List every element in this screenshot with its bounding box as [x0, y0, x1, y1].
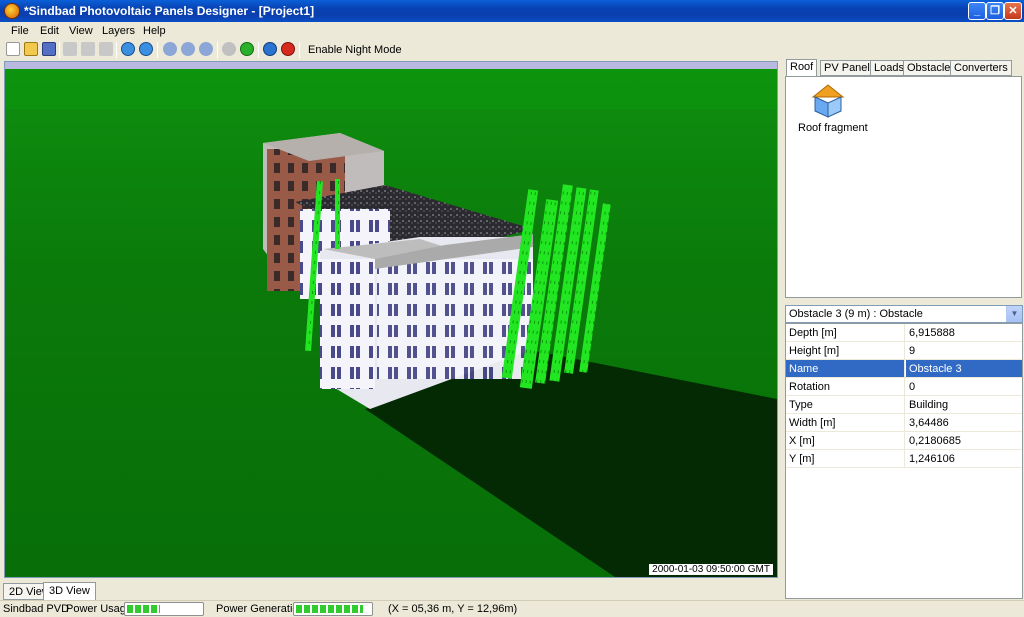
- right-panel-tabs: Roof PV Panels Loads Obstacles Converter…: [784, 59, 1024, 77]
- tab-roof[interactable]: Roof: [786, 59, 818, 77]
- toolbar-separator: [217, 42, 218, 58]
- power-usage-fill: [127, 605, 160, 613]
- property-name: Y [m]: [786, 450, 905, 467]
- chevron-down-icon[interactable]: ▼: [1006, 306, 1022, 322]
- rotate-right-icon[interactable]: [199, 42, 213, 56]
- rotate-left-icon[interactable]: [163, 42, 177, 56]
- property-value[interactable]: 9: [906, 342, 1022, 359]
- property-grid: Depth [m] 6,915888 Height [m] 9 Name Obs…: [785, 323, 1023, 599]
- tab-3d-view[interactable]: 3D View: [43, 582, 96, 601]
- toolbar-separator: [59, 42, 60, 58]
- property-row[interactable]: X [m] 0,2180685: [786, 432, 1022, 450]
- viewport-header-strip: [5, 62, 777, 69]
- property-row[interactable]: Name Obstacle 3: [786, 360, 1022, 378]
- toolbar-separator: [116, 42, 117, 58]
- property-name: Type: [786, 396, 905, 413]
- close-button[interactable]: ✕: [1004, 2, 1022, 20]
- property-row[interactable]: Height [m] 9: [786, 342, 1022, 360]
- maximize-button[interactable]: ❐: [986, 2, 1004, 20]
- tab-converters[interactable]: Converters: [950, 60, 1012, 76]
- zoom-out-icon[interactable]: [139, 42, 153, 56]
- cut-icon[interactable]: [81, 42, 95, 56]
- window-title: *Sindbad Photovoltaic Panels Designer - …: [24, 4, 315, 18]
- paste-icon[interactable]: [99, 42, 113, 56]
- property-value[interactable]: 3,64486: [906, 414, 1022, 431]
- toolbar: Enable Night Mode: [0, 40, 1024, 60]
- property-value[interactable]: Obstacle 3: [906, 360, 1022, 377]
- property-row[interactable]: Type Building: [786, 396, 1022, 414]
- open-folder-icon[interactable]: [24, 42, 38, 56]
- stop-disabled-icon[interactable]: [222, 42, 236, 56]
- menu-help[interactable]: Help: [143, 25, 166, 37]
- menu-bar: File Edit View Layers Help: [0, 22, 1024, 40]
- property-value[interactable]: Building: [906, 396, 1022, 413]
- power-usage-bar: [124, 602, 204, 616]
- app-logo-icon: [4, 3, 20, 19]
- copy-icon[interactable]: [63, 42, 77, 56]
- rotate-up-icon[interactable]: [181, 42, 195, 56]
- minimize-button[interactable]: _: [968, 2, 986, 20]
- zoom-in-icon[interactable]: [121, 42, 135, 56]
- object-selector-value: Obstacle 3 (9 m) : Obstacle: [789, 308, 923, 320]
- property-row[interactable]: Width [m] 3,64486: [786, 414, 1022, 432]
- viewport-timestamp: 2000-01-03 09:50:00 GMT: [649, 564, 773, 575]
- house-icon: [811, 84, 845, 118]
- play-icon[interactable]: [240, 42, 254, 56]
- toolbar-separator: [258, 42, 259, 58]
- property-value[interactable]: 0,2180685: [906, 432, 1022, 449]
- cursor-coordinates: (X = 05,36 m, Y = 12,96m): [388, 603, 518, 615]
- toolbar-separator: [157, 42, 158, 58]
- property-row[interactable]: Y [m] 1,246106: [786, 450, 1022, 468]
- new-file-icon[interactable]: [6, 42, 20, 56]
- property-name: Height [m]: [786, 342, 905, 359]
- status-bar: Sindbad PVD Power Usage: Power Generatio…: [0, 600, 1024, 617]
- property-value[interactable]: 1,246106: [906, 450, 1022, 467]
- property-name: Rotation: [786, 378, 905, 395]
- property-value[interactable]: 6,915888: [906, 324, 1022, 341]
- roof-items-panel: Roof fragment: [785, 76, 1022, 298]
- menu-edit[interactable]: Edit: [40, 25, 59, 37]
- save-icon[interactable]: [42, 42, 56, 56]
- property-name: Depth [m]: [786, 324, 905, 341]
- roof-fragment-label: Roof fragment: [798, 122, 868, 134]
- record-icon[interactable]: [281, 42, 295, 56]
- power-generation-bar: [293, 602, 373, 616]
- status-app-name: Sindbad PVD: [3, 603, 70, 615]
- night-mode-button[interactable]: Enable Night Mode: [303, 41, 407, 59]
- property-row[interactable]: Depth [m] 6,915888: [786, 324, 1022, 342]
- property-name: Name: [786, 360, 905, 377]
- property-value[interactable]: 0: [906, 378, 1022, 395]
- menu-view[interactable]: View: [69, 25, 93, 37]
- 3d-scene: [5, 69, 777, 577]
- property-name: X [m]: [786, 432, 905, 449]
- title-bar: *Sindbad Photovoltaic Panels Designer - …: [0, 0, 1024, 22]
- menu-layers[interactable]: Layers: [102, 25, 135, 37]
- menu-file[interactable]: File: [11, 25, 29, 37]
- globe-icon[interactable]: [263, 42, 277, 56]
- object-selector[interactable]: Obstacle 3 (9 m) : Obstacle ▼: [785, 305, 1023, 323]
- 3d-viewport[interactable]: 2000-01-03 09:50:00 GMT: [5, 69, 777, 577]
- toolbar-separator: [299, 42, 300, 58]
- property-name: Width [m]: [786, 414, 905, 431]
- power-generation-fill: [296, 605, 363, 613]
- property-row[interactable]: Rotation 0: [786, 378, 1022, 396]
